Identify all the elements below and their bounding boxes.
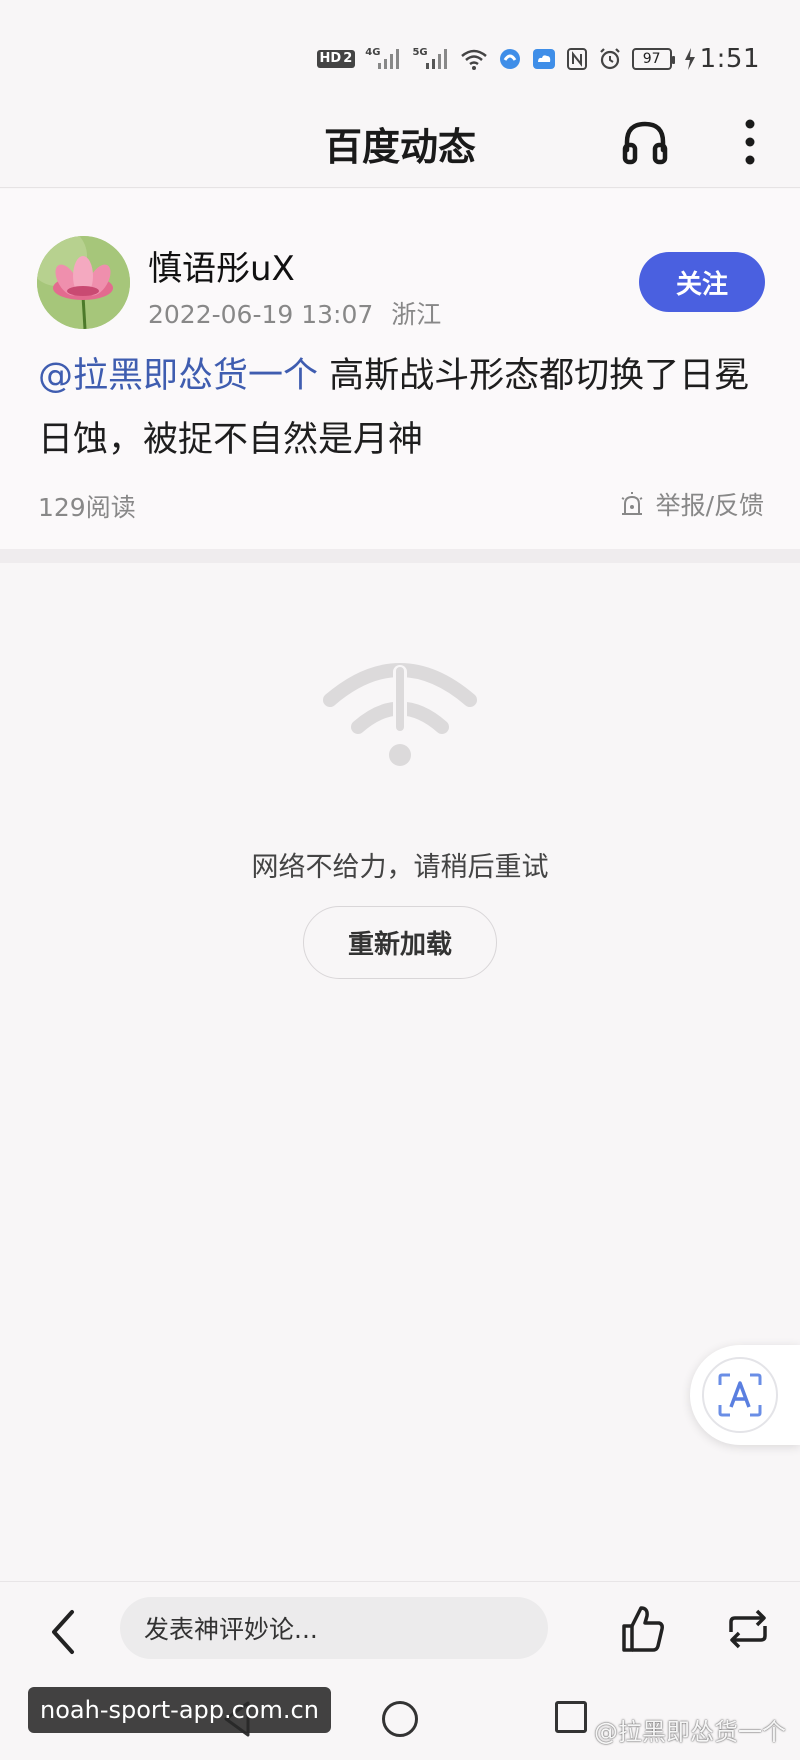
charging-icon <box>684 47 696 71</box>
thumbs-up-icon <box>622 1606 664 1652</box>
status-bar: HD 2 4G 5G 97 1:51 <box>0 0 800 110</box>
post-date: 2022-06-19 13:07 <box>148 300 374 329</box>
no-network-icon <box>323 663 477 766</box>
report-feedback-link[interactable]: 举报/反馈 <box>618 486 764 522</box>
avatar[interactable] <box>37 236 130 329</box>
report-label: 举报/反馈 <box>655 491 764 520</box>
post-meta: 2022-06-19 13:07 浙江 <box>148 295 441 331</box>
repost-icon <box>729 1609 767 1649</box>
battery-icon: 97 <box>631 48 675 70</box>
translate-icon-wrapper <box>702 1357 778 1433</box>
like-button[interactable] <box>620 1604 666 1654</box>
system-home-button[interactable] <box>382 1701 418 1737</box>
headphones-button[interactable] <box>620 114 670 170</box>
status-icons: HD 2 4G 5G 97 1:51 <box>316 42 760 76</box>
back-button[interactable] <box>44 1606 84 1658</box>
signal-4g-icon: 4G <box>365 47 402 71</box>
cloud-icon <box>532 47 556 71</box>
alarm-icon <box>598 47 622 71</box>
watermark-site: noah-sport-app.com.cn <box>28 1687 331 1733</box>
repost-button[interactable] <box>725 1604 771 1654</box>
watermark-user: @拉黑即怂货一个 <box>594 1718 786 1746</box>
mention-link[interactable]: @拉黑即怂货一个 <box>38 356 318 396</box>
follow-button[interactable]: 关注 <box>639 252 765 312</box>
wifi-icon <box>460 47 488 71</box>
post-content: @拉黑即怂货一个 高斯战斗形态都切换了日冕日蚀，被捉不自然是月神 <box>38 344 768 472</box>
system-recents-button[interactable] <box>555 1701 587 1733</box>
clock: 1:51 <box>699 44 760 74</box>
section-divider <box>0 549 800 563</box>
reload-button[interactable]: 重新加载 <box>303 906 497 979</box>
title-bar: 百度动态 <box>0 110 800 188</box>
more-button[interactable] <box>740 114 760 170</box>
nfc-icon <box>566 47 588 71</box>
comment-input[interactable]: 发表神评妙论... <box>120 1597 548 1659</box>
more-vertical-icon <box>745 119 755 165</box>
back-arrow-icon <box>52 1610 74 1654</box>
post-location: 浙江 <box>391 300 442 329</box>
comments-error-area: 网络不给力，请稍后重试 重新加载 <box>0 563 800 1583</box>
floating-translate-button[interactable] <box>690 1345 800 1445</box>
author-name[interactable]: 慎语彤uX <box>148 241 295 290</box>
app-notification-icon <box>498 47 522 71</box>
error-message: 网络不给力，请稍后重试 <box>251 852 549 883</box>
report-alarm-icon <box>621 492 643 515</box>
translate-icon <box>718 1373 762 1417</box>
post-card: 慎语彤uX 2022-06-19 13:07 浙江 关注 @拉黑即怂货一个 高斯战… <box>0 189 800 549</box>
hd-badge: HD 2 <box>316 50 356 68</box>
signal-5g-icon: 5G <box>412 47 449 71</box>
read-count: 129阅读 <box>38 493 136 522</box>
bottom-comment-bar: 发表神评妙论... <box>0 1581 800 1681</box>
page-title: 百度动态 <box>323 125 476 169</box>
headphones-icon <box>622 121 668 165</box>
